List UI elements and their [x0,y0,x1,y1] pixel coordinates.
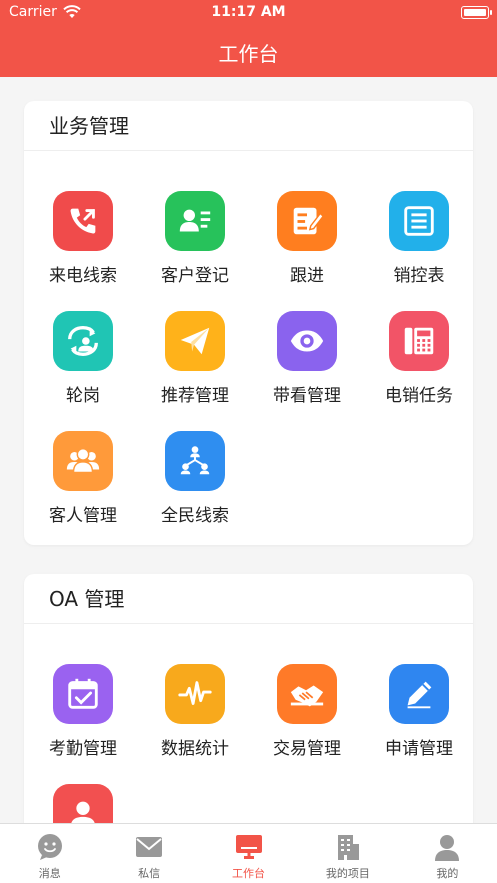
mail-icon [136,837,163,857]
menu-item-public-leads[interactable]: 全民线索 [139,431,251,526]
menu-item-label: 申请管理 [385,739,453,759]
edit-note-icon [277,191,337,251]
tab-label: 工作台 [232,867,266,880]
contact-card-icon [165,191,225,251]
eye-icon [277,311,337,371]
menu-item-label: 客户登记 [161,266,229,286]
menu-item-label: 客人管理 [49,506,117,526]
menu-item-label: 销控表 [393,266,445,286]
desk-phone-icon [389,311,449,371]
tab-label: 消息 [38,867,61,880]
menu-item-recommendation[interactable]: 推荐管理 [139,311,251,406]
tab-workbench[interactable]: 工作台 [199,824,298,883]
menu-item-label: 电销任务 [385,386,453,406]
tab-my-projects[interactable]: 我的项目 [298,824,397,883]
clock: 11:17 AM [211,4,286,20]
menu-item-label: 带看管理 [273,386,341,406]
user-icon [435,835,460,861]
menu-item-label: 推荐管理 [161,386,229,406]
list-doc-icon [389,191,449,251]
menu-item-attendance[interactable]: 考勤管理 [27,664,139,759]
tab-profile[interactable]: 我的 [398,824,497,883]
menu-item-label: 来电线索 [49,266,117,286]
menu-item-statistics[interactable]: 数据统计 [139,664,251,759]
menu-item-viewing[interactable]: 带看管理 [251,311,363,406]
menu-item-telesales[interactable]: 电销任务 [363,311,475,406]
menu-item-label: 跟进 [290,266,324,286]
tab-label: 我的 [436,867,459,880]
battery-icon [461,6,492,19]
oa-section-title: OA 管理 [24,574,473,624]
rotate-user-icon [53,311,113,371]
menu-item-customer-registration[interactable]: 客户登记 [139,191,251,286]
menu-item-follow-up[interactable]: 跟进 [251,191,363,286]
menu-item-guest-management[interactable]: 客人管理 [27,431,139,526]
oa-management-card: OA 管理 考勤管理 数据统计 交易管理 申请管理 [24,574,473,854]
navigation-header: Carrier 11:17 AM 工作台 [0,0,497,77]
menu-item-label: 全民线索 [161,506,229,526]
group-icon [53,431,113,491]
tab-messages[interactable]: 消息 [0,824,99,883]
menu-item-label: 数据统计 [161,739,229,759]
menu-item-sales-control[interactable]: 销控表 [363,191,475,286]
menu-item-incoming-leads[interactable]: 来电线索 [27,191,139,286]
pencil-icon [389,664,449,724]
menu-item-applications[interactable]: 申请管理 [363,664,475,759]
handshake-icon [277,664,337,724]
menu-item-transactions[interactable]: 交易管理 [251,664,363,759]
status-bar: Carrier 11:17 AM [0,0,497,26]
tab-label: 我的项目 [325,867,370,880]
network-icon [165,431,225,491]
chat-bubble-icon [37,834,62,860]
bottom-tab-bar: 消息 私信 工作台 我的项目 我的 [0,823,497,883]
calendar-check-icon [53,664,113,724]
pulse-icon [165,664,225,724]
monitor-icon [235,835,262,859]
menu-item-label: 考勤管理 [49,739,117,759]
page-title: 工作台 [218,42,279,66]
phone-icon [53,191,113,251]
menu-item-rotation[interactable]: 轮岗 [27,311,139,406]
tab-private-messages[interactable]: 私信 [99,824,198,883]
building-icon [337,835,359,860]
business-section-title: 业务管理 [24,101,473,151]
business-management-card: 业务管理 来电线索 客户登记 跟进 销控表 轮岗 推荐管理 带看管理 电销任务 … [24,101,473,545]
menu-item-label: 交易管理 [273,739,341,759]
menu-item-label: 轮岗 [66,386,100,406]
paper-plane-icon [165,311,225,371]
tab-label: 私信 [138,867,161,880]
